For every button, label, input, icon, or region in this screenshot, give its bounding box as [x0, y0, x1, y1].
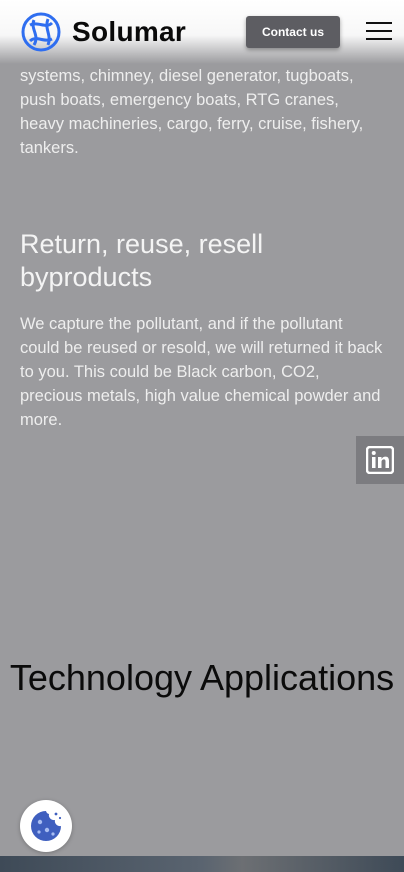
brand-logo[interactable]: Solumar [20, 11, 186, 53]
site-header: Solumar Contact us [0, 0, 404, 64]
solumar-logo-icon [21, 12, 61, 52]
technology-applications-title: Technology Applications [9, 657, 395, 698]
linkedin-icon [366, 446, 394, 474]
brand-name: Solumar [72, 16, 187, 47]
cookie-icon [31, 811, 62, 841]
cookie-settings-button[interactable] [20, 800, 72, 852]
section-heading: Return, reuse, resell byproducts [20, 229, 264, 292]
contact-us-button[interactable]: Contact us [246, 16, 340, 48]
hero-image-strip [0, 856, 404, 872]
hamburger-menu-icon[interactable] [366, 22, 392, 42]
byproducts-paragraph: We capture the pollutant, and if the pol… [20, 315, 383, 429]
linkedin-link[interactable] [356, 436, 404, 484]
applications-paragraph: systems, chimney, diesel generator, tugb… [20, 67, 364, 157]
